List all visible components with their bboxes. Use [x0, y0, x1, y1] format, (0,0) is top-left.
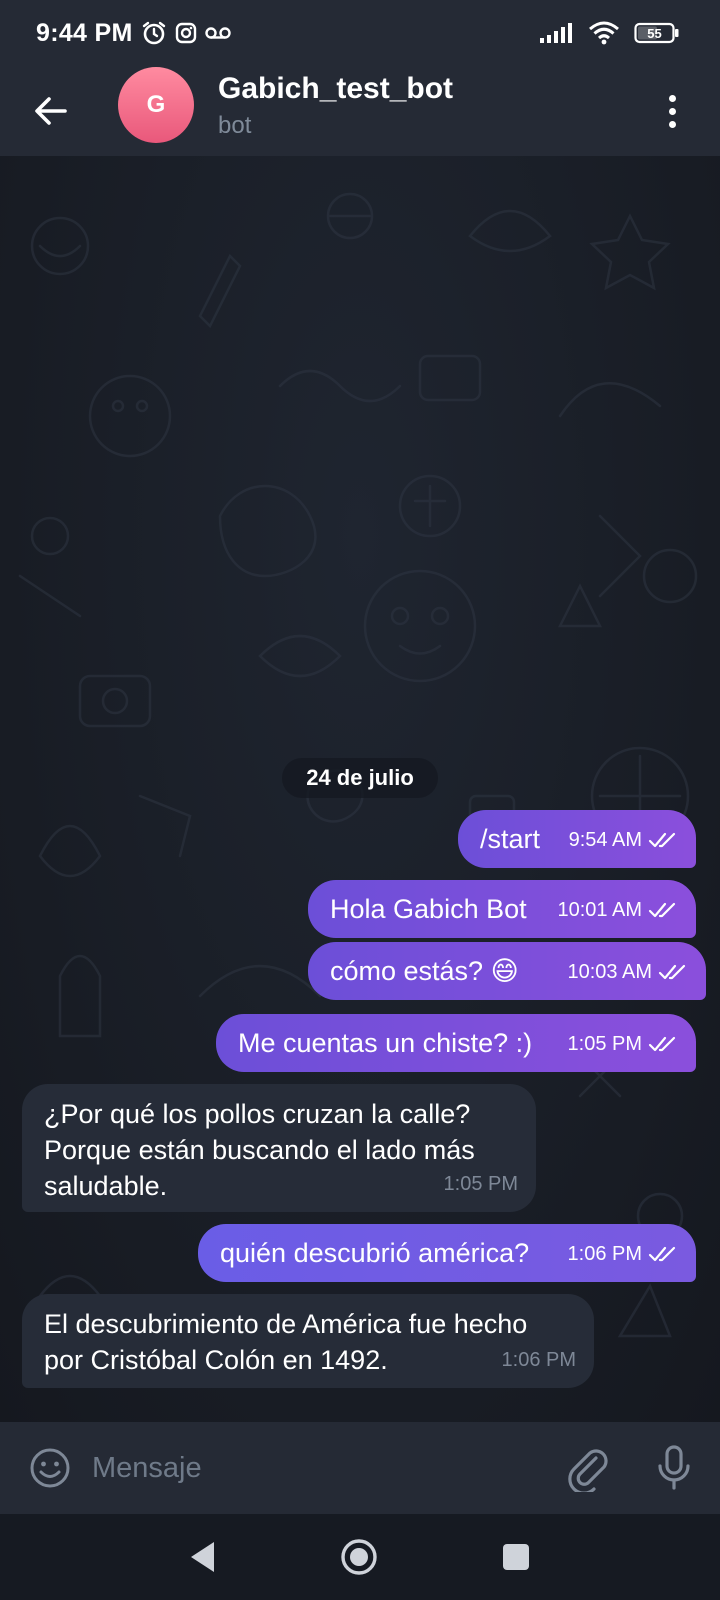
nav-home-button[interactable]: [340, 1538, 378, 1576]
message-incoming[interactable]: El descubrimiento de América fue hecho p…: [22, 1294, 594, 1388]
signal-icon: [540, 23, 574, 43]
message-time: 10:01 AM: [557, 899, 642, 921]
double-check-icon: [658, 964, 686, 980]
message-meta: 1:05 PM: [444, 1166, 518, 1202]
message-time: 10:03 AM: [567, 961, 652, 983]
message-outgoing[interactable]: quién descubrió américa? 1:06 PM: [198, 1224, 696, 1282]
message-meta: 1:06 PM: [568, 1236, 678, 1272]
emoji-button[interactable]: [28, 1446, 72, 1490]
more-vertical-icon: [668, 94, 676, 102]
message-text: Me cuentas un chiste? :): [238, 1028, 533, 1058]
microphone-icon: [658, 1445, 690, 1490]
message-line: El descubrimiento de América fue hecho: [44, 1309, 528, 1339]
avatar[interactable]: G: [118, 67, 194, 143]
message-meta: 9:54 AM: [569, 822, 678, 858]
message-line: Porque están buscando el lado más: [44, 1135, 475, 1165]
battery-level: 55: [647, 26, 661, 41]
message-outgoing[interactable]: Hola Gabich Bot 10:01 AM: [308, 880, 696, 938]
message-outgoing[interactable]: /start 9:54 AM: [458, 810, 696, 868]
triangle-back-icon: [191, 1542, 214, 1572]
message-meta: 1:05 PM: [568, 1026, 678, 1062]
message-incoming[interactable]: ¿Por qué los pollos cruzan la calle? Por…: [22, 1084, 536, 1212]
circle-home-icon: [341, 1539, 377, 1575]
message-time: 1:06 PM: [567, 1243, 642, 1265]
status-right: 55: [540, 21, 680, 45]
battery-icon: 55: [634, 22, 680, 44]
attach-button[interactable]: [566, 1444, 612, 1495]
double-check-icon: [648, 832, 676, 848]
message-time: 1:05 PM: [567, 1033, 642, 1055]
more-menu-button[interactable]: [662, 88, 682, 134]
message-text: /start: [480, 824, 541, 854]
smiley-icon: [30, 1448, 70, 1488]
message-outgoing[interactable]: cómo estás? 😄 10:03 AM: [308, 942, 706, 1000]
message-input[interactable]: [92, 1442, 532, 1494]
message-composer: [0, 1422, 720, 1514]
chat-area[interactable]: 24 de julio /start 9:54 AM Hola Gabich B…: [0, 156, 720, 1422]
status-bar: 9:44 PM 55: [0, 0, 720, 66]
chat-title[interactable]: Gabich_test_bot: [218, 72, 453, 106]
instagram-icon: [175, 22, 197, 44]
status-time: 9:44 PM: [36, 18, 133, 47]
message-meta: 10:01 AM: [557, 892, 678, 928]
arrow-left-icon: [35, 97, 67, 125]
message-time: 1:05 PM: [443, 1173, 518, 1195]
double-check-icon: [648, 1036, 676, 1052]
double-check-icon: [648, 1246, 676, 1262]
menu-dot: [668, 120, 676, 128]
menu-dot: [668, 107, 676, 115]
message-time: 9:54 AM: [568, 829, 642, 851]
alarm-icon: [141, 20, 167, 46]
chat-subtitle: bot: [218, 112, 252, 139]
message-text: Hola Gabich Bot: [330, 894, 527, 924]
double-check-icon: [648, 902, 676, 918]
date-separator: 24 de julio: [282, 758, 438, 798]
voicemail-icon: [204, 25, 231, 41]
message-time: 1:06 PM: [501, 1349, 576, 1371]
message-text: cómo estás? 😄: [330, 956, 519, 986]
paperclip-icon: [568, 1449, 608, 1495]
status-left: 9:44 PM: [36, 19, 231, 48]
message-meta: 1:06 PM: [502, 1342, 576, 1378]
message-outgoing[interactable]: Me cuentas un chiste? :) 1:05 PM: [216, 1014, 696, 1072]
wifi-icon: [588, 21, 620, 45]
system-nav-bar: [0, 1514, 720, 1600]
message-line: ¿Por qué los pollos cruzan la calle?: [44, 1099, 471, 1129]
nav-back-button[interactable]: [188, 1540, 218, 1574]
message-meta: 10:03 AM: [567, 954, 688, 990]
microphone-button[interactable]: [654, 1444, 694, 1492]
message-line: por Cristóbal Colón en 1492.: [44, 1345, 388, 1375]
message-text: quién descubrió américa?: [220, 1238, 530, 1268]
chat-header: G Gabich_test_bot bot: [0, 66, 720, 156]
back-button[interactable]: [28, 88, 74, 134]
nav-recents-button[interactable]: [503, 1544, 529, 1570]
